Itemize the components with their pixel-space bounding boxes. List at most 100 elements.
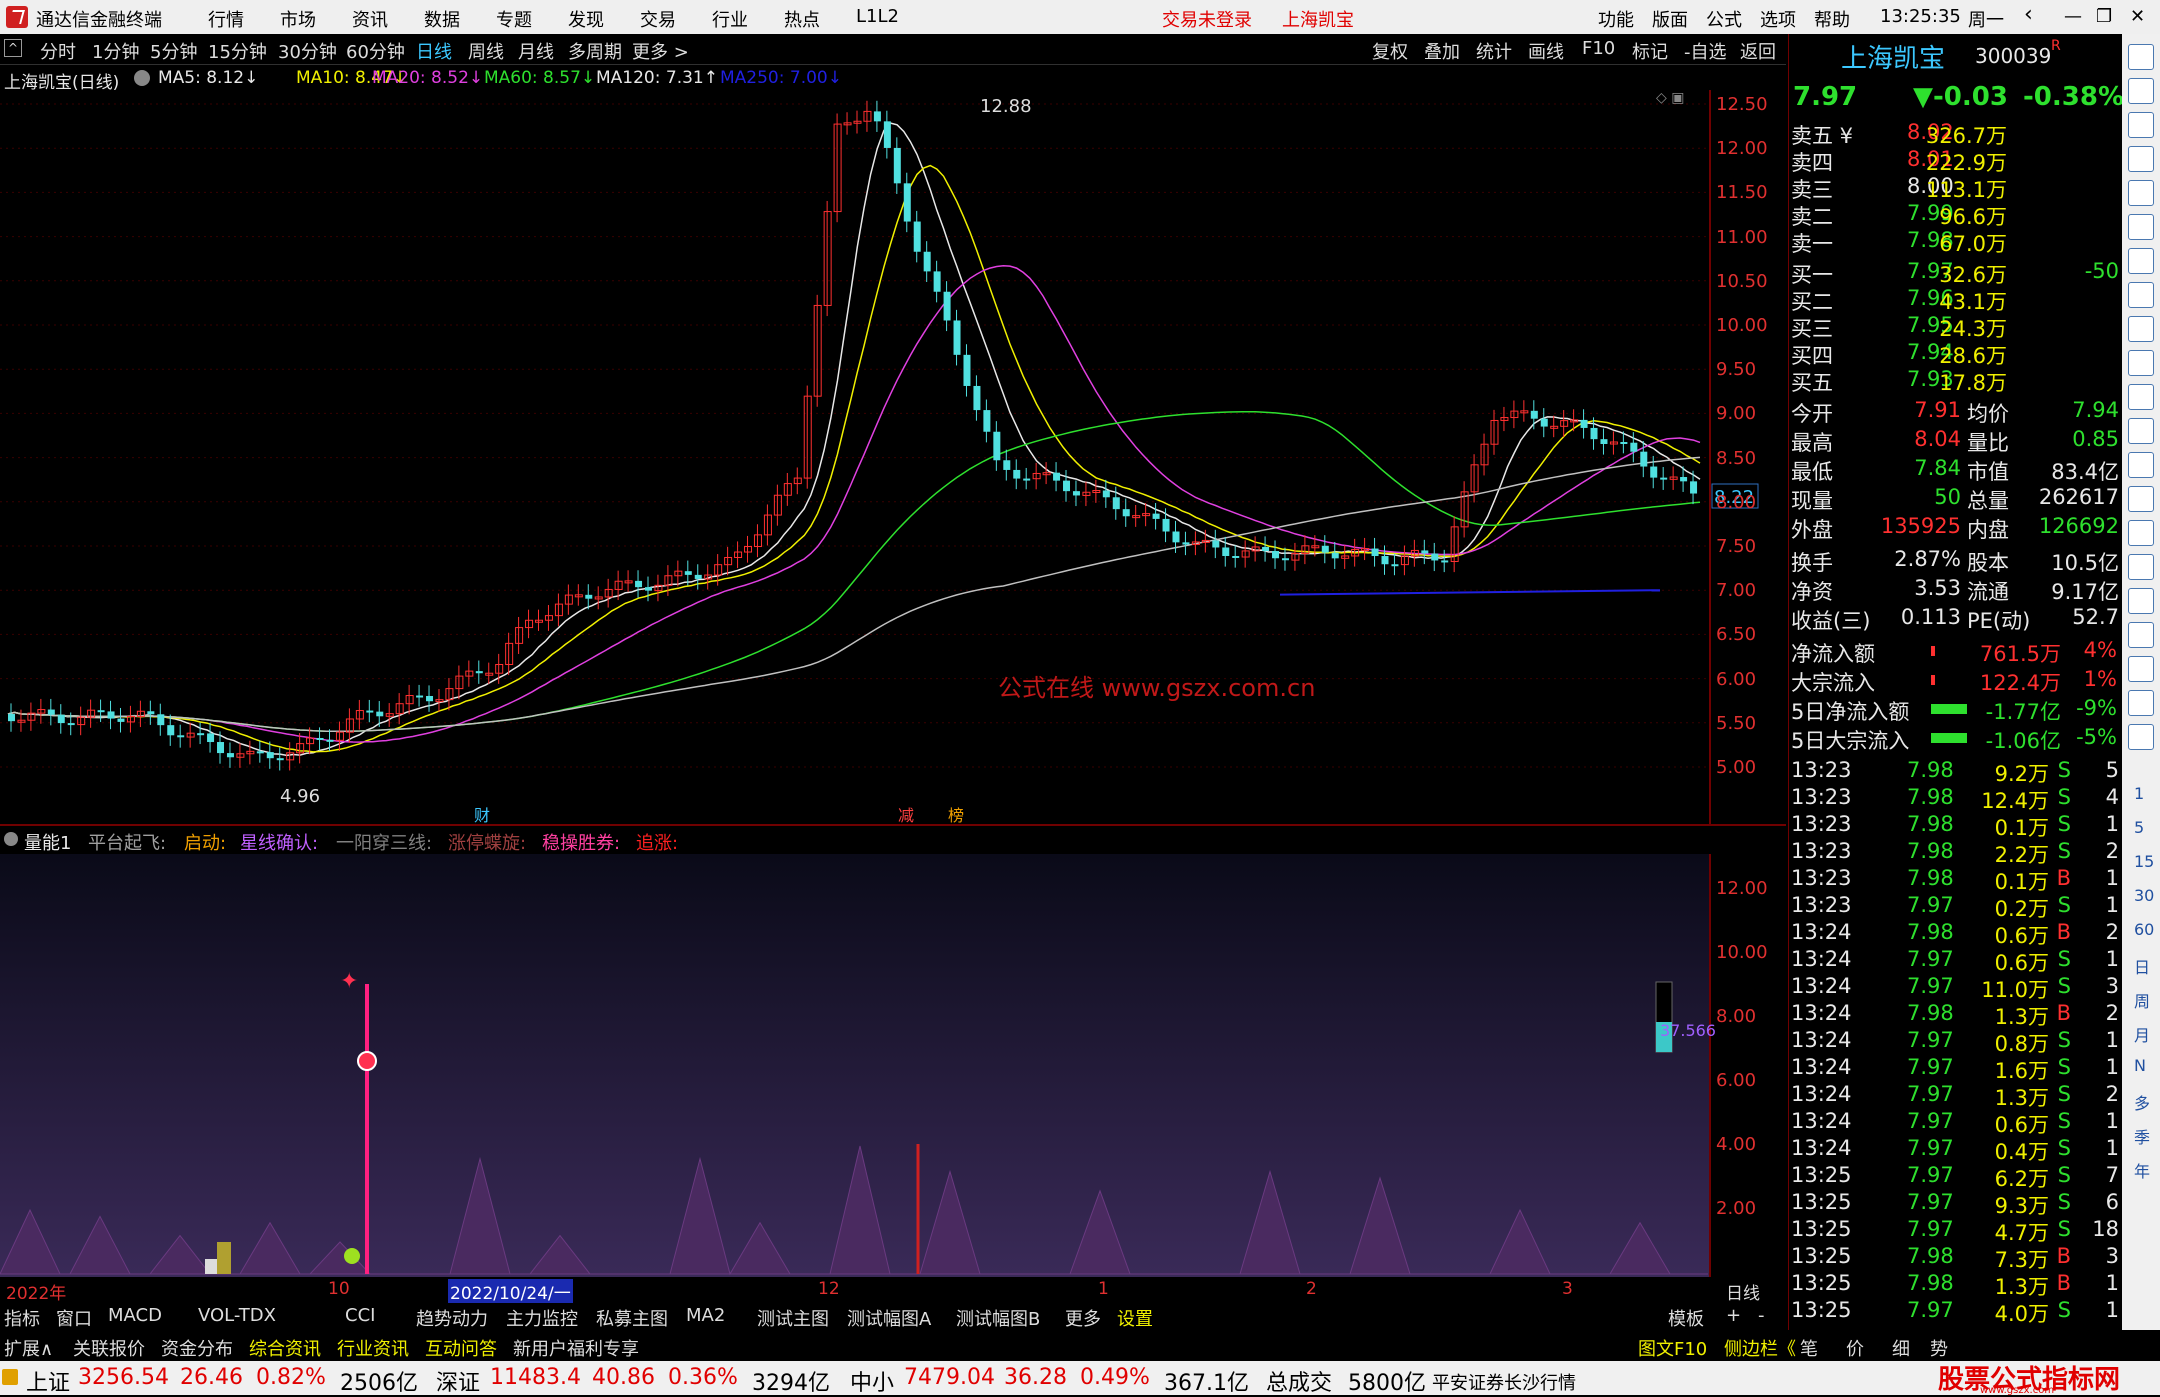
F2-icon[interactable] — [2128, 418, 2154, 444]
event-mark-jian[interactable]: 减 — [898, 806, 914, 825]
event-mark-cai[interactable]: 财 — [474, 806, 490, 825]
side-period-label[interactable]: 周 — [2134, 988, 2150, 1012]
tool-back[interactable]: 返回 — [1740, 38, 1776, 64]
info-tab[interactable]: 互动问答 — [425, 1335, 497, 1361]
indicator-tab[interactable]: CCI — [345, 1305, 375, 1326]
tool-huaxian[interactable]: 画线 — [1528, 38, 1564, 64]
F10-icon[interactable] — [2128, 316, 2154, 342]
side-period-label[interactable]: N — [2134, 1056, 2146, 1075]
up-arrow-icon[interactable] — [2128, 44, 2154, 70]
kline-chart[interactable]: 公式在线 www.gszx.com.cn 12.88 4.96 8.22 财 减… — [0, 90, 1786, 826]
indicator-tab[interactable]: 私募主图 — [596, 1305, 668, 1331]
indicator-tab[interactable]: MA2 — [686, 1305, 725, 1326]
event-mark-bang[interactable]: 榜 — [948, 806, 964, 825]
indicator-tab[interactable]: 指标 — [4, 1305, 40, 1331]
table-icon[interactable] — [2128, 180, 2154, 206]
side-tab[interactable]: 笔 — [1800, 1335, 1818, 1361]
tool-biaoji[interactable]: 标记 — [1632, 38, 1668, 64]
side-tab[interactable]: 势 — [1930, 1335, 1948, 1361]
indicator-tab[interactable]: 窗口 — [56, 1305, 92, 1331]
template-tab[interactable]: + — [1726, 1305, 1741, 1326]
line-icon[interactable] — [2128, 214, 2154, 240]
indicator-tab[interactable]: 趋势动力 — [416, 1305, 488, 1331]
period-1min[interactable]: 1分钟 — [92, 38, 139, 64]
menu-shichang[interactable]: 市场 — [280, 6, 316, 32]
menu-faxian[interactable]: 发现 — [568, 6, 604, 32]
side-period-label[interactable]: 1 — [2134, 784, 2144, 803]
zx-label[interactable]: 中小 — [850, 1365, 894, 1397]
period-day[interactable]: 日线 — [416, 38, 452, 64]
period-5min[interactable]: 5分钟 — [150, 38, 197, 64]
side-tab[interactable]: 图文F10 — [1638, 1335, 1707, 1361]
side-period-label[interactable]: 15 — [2134, 852, 2154, 871]
period-month[interactable]: 月线 — [518, 38, 554, 64]
pen-icon[interactable] — [2128, 656, 2154, 682]
period-more[interactable]: 更多 > — [632, 38, 689, 64]
down-icon-icon[interactable] — [2128, 112, 2154, 138]
tool-diejia[interactable]: 叠加 — [1424, 38, 1460, 64]
sz-label[interactable]: 深证 — [436, 1365, 480, 1397]
up-icon-icon[interactable] — [2128, 78, 2154, 104]
doc-icon[interactable] — [2128, 282, 2154, 308]
tool-fuquan[interactable]: 复权 — [1372, 38, 1408, 64]
period-60min[interactable]: 60分钟 — [346, 38, 405, 64]
side-period-label[interactable]: 月 — [2134, 1022, 2150, 1046]
period-15min[interactable]: 15分钟 — [208, 38, 267, 64]
tool-tongji[interactable]: 统计 — [1476, 38, 1512, 64]
kline-icon[interactable] — [2128, 146, 2154, 172]
menu-shuju[interactable]: 数据 — [424, 6, 460, 32]
side-period-label[interactable]: 多 — [2134, 1090, 2150, 1114]
info-tab[interactable]: 资金分布 — [161, 1335, 233, 1361]
indicator-tab[interactable]: 主力监控 — [506, 1305, 578, 1331]
side-tab[interactable]: 细 — [1892, 1335, 1910, 1361]
menu-zhuanti[interactable]: 专题 — [496, 6, 532, 32]
info-tab[interactable]: 扩展∧ — [4, 1335, 53, 1361]
market-icon[interactable] — [2, 1369, 18, 1385]
move-icon[interactable] — [2128, 622, 2154, 648]
indicator-tab[interactable]: 测试幅图B — [956, 1305, 1040, 1331]
F3-icon[interactable] — [2128, 452, 2154, 478]
period-week[interactable]: 周线 — [468, 38, 504, 64]
settings-dot-icon[interactable] — [134, 70, 150, 86]
RSI-icon[interactable] — [2128, 554, 2154, 580]
menu-jiaoyi[interactable]: 交易 — [640, 6, 676, 32]
side-period-label[interactable]: 季 — [2134, 1124, 2150, 1148]
side-period-label[interactable]: 5 — [2134, 818, 2144, 837]
side-tab[interactable]: 侧边栏《 — [1724, 1335, 1796, 1361]
close-icon[interactable]: ✕ — [2130, 6, 2145, 27]
sh-label[interactable]: 上证 — [26, 1365, 70, 1397]
F5-icon[interactable] — [2128, 690, 2154, 716]
template-tab[interactable]: - — [1758, 1305, 1765, 1326]
side-period-label[interactable]: 年 — [2134, 1158, 2150, 1182]
chart-icon[interactable] — [2128, 520, 2154, 546]
collapse-icon[interactable]: ^ — [4, 39, 22, 57]
indicator-tab[interactable]: VOL-TDX — [198, 1305, 276, 1326]
F1-icon[interactable] — [2128, 384, 2154, 410]
menu-zixun[interactable]: 资讯 — [352, 6, 388, 32]
bars-icon[interactable] — [2128, 248, 2154, 274]
side-tab[interactable]: 价 — [1846, 1335, 1864, 1361]
period-30min[interactable]: 30分钟 — [278, 38, 337, 64]
menu-banmian[interactable]: 版面 — [1652, 6, 1688, 32]
expand-icon[interactable]: ◇ ▣ — [1656, 90, 1684, 106]
minimize-icon[interactable]: — — [2064, 6, 2082, 27]
indicator-tab[interactable]: 设置 — [1117, 1305, 1153, 1331]
side-period-label[interactable]: 日 — [2134, 954, 2150, 978]
indicator-settings-icon[interactable] — [4, 832, 18, 846]
info-tab[interactable]: 关联报价 — [73, 1335, 145, 1361]
menu-gongshi[interactable]: 公式 — [1706, 6, 1742, 32]
template-tab[interactable]: 模板 — [1668, 1305, 1704, 1331]
tool-zixuan[interactable]: -自选 — [1684, 38, 1727, 64]
tool-f10[interactable]: F10 — [1582, 38, 1615, 59]
indicator-chart[interactable]: ✦ 37.566 — [0, 854, 1786, 1277]
list-icon[interactable] — [2128, 350, 2154, 376]
side-period-label[interactable]: 30 — [2134, 886, 2154, 905]
menu-hangye[interactable]: 行业 — [712, 6, 748, 32]
back-icon[interactable]: ‹ — [2024, 2, 2033, 27]
clock-icon[interactable] — [2128, 486, 2154, 512]
indicator-name[interactable]: 量能1 — [24, 829, 71, 855]
indicator-tab[interactable]: 测试幅图A — [847, 1305, 931, 1331]
period-fenshi[interactable]: 分时 — [40, 38, 76, 64]
side-period-label[interactable]: 60 — [2134, 920, 2154, 939]
restore-icon[interactable]: ❐ — [2096, 6, 2112, 27]
